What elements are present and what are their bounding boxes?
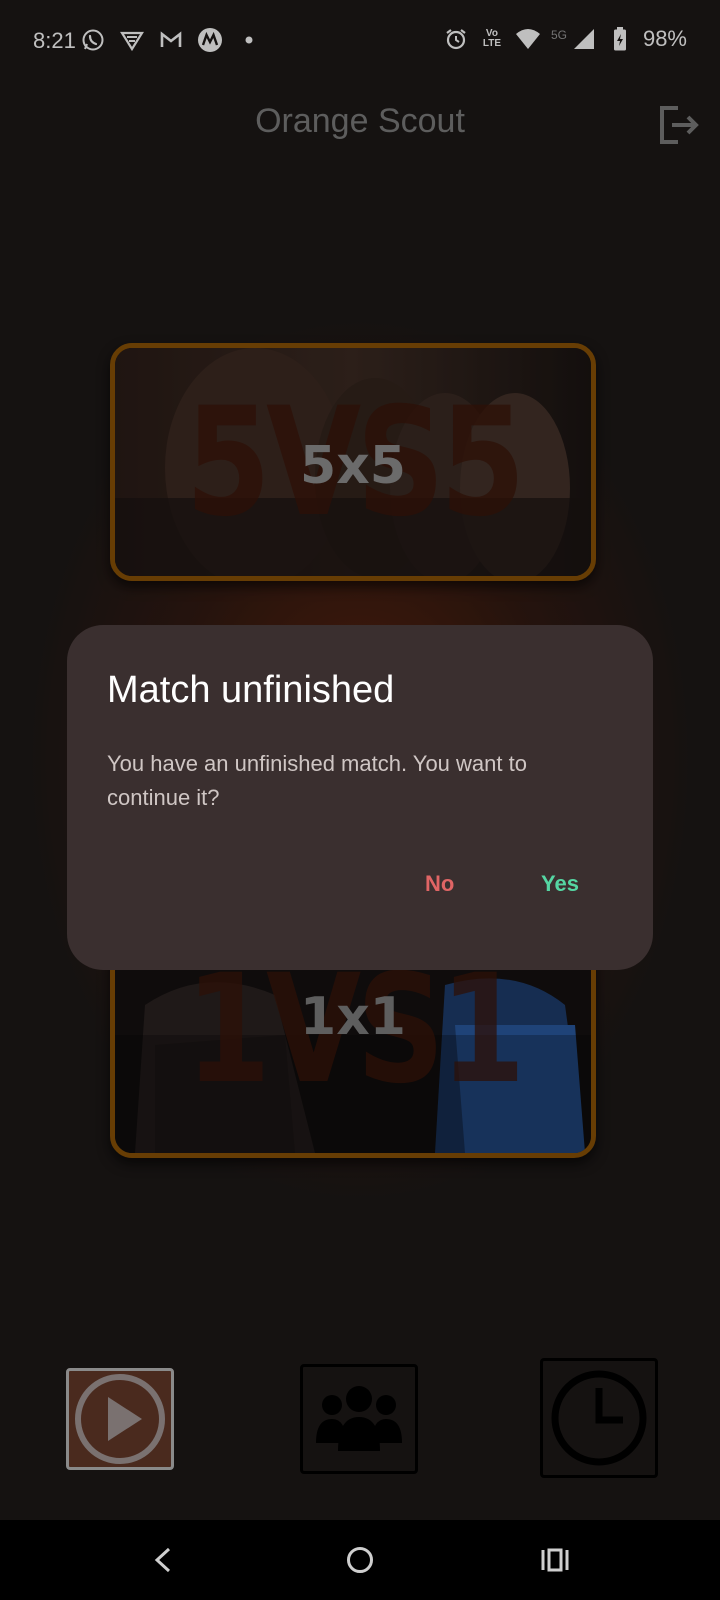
play-icon: [75, 1374, 165, 1464]
back-icon[interactable]: [145, 1542, 181, 1578]
nav-history-button[interactable]: [540, 1358, 658, 1478]
system-nav-bar: [0, 1520, 720, 1600]
home-icon[interactable]: [342, 1542, 378, 1578]
dialog-title: Match unfinished: [107, 669, 395, 711]
unfinished-match-dialog: Match unfinished You have an unfinished …: [67, 625, 653, 970]
yes-button[interactable]: Yes: [531, 865, 589, 903]
nav-play-button[interactable]: [66, 1368, 174, 1470]
team-icon: [316, 1386, 402, 1451]
clock-icon: [551, 1370, 647, 1466]
no-button[interactable]: No: [415, 865, 464, 903]
nav-team-button[interactable]: [300, 1364, 418, 1474]
dialog-message: You have an unfinished match. You want t…: [107, 751, 527, 810]
recents-icon[interactable]: [537, 1542, 573, 1578]
